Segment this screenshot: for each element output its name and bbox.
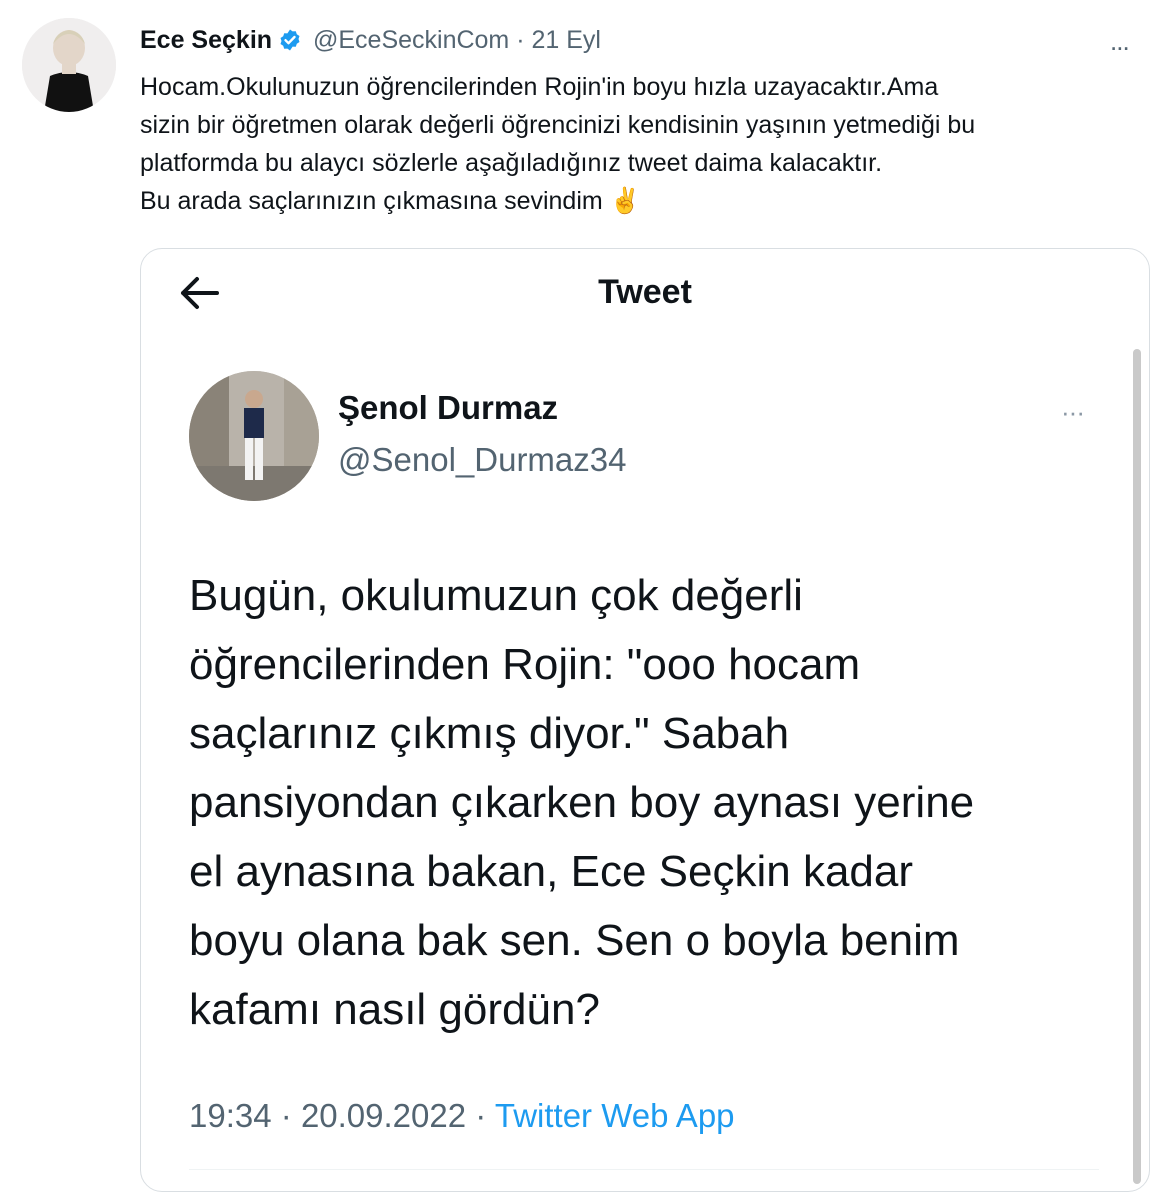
scrollbar[interactable]: [1133, 349, 1141, 1184]
author-handle[interactable]: @EceSeckinCom: [313, 26, 509, 54]
tweet-date[interactable]: 21 Eyl: [532, 26, 601, 54]
author-name[interactable]: Ece Seçkin: [140, 26, 272, 54]
quoted-text-line: boyu olana bak sen. Sen o boyla benim: [189, 916, 960, 965]
quoted-text-line: saçlarınız çıkmış diyor." Sabah: [189, 709, 790, 758]
tweet-header: Ece Seçkin @EceSeckinCom · 21 Eyl: [140, 24, 601, 60]
meta-separator: ·: [475, 1097, 487, 1134]
tweet-text-line: platformda bu alaycı sözlerle aşağıladığ…: [140, 149, 883, 177]
tweet-text-line: Bu arada saçlarınızın çıkmasına sevindim…: [140, 187, 641, 215]
divider: [189, 1169, 1099, 1170]
tweet-text: Hocam.Okulunuzun öğrencilerinden Rojin'i…: [140, 68, 1150, 220]
author-avatar-image: [22, 18, 116, 112]
tweet-text-line: sizin bir öğretmen olarak değerli öğrenc…: [140, 111, 976, 139]
quoted-tweet-screenshot[interactable]: Tweet Şenol Durmaz @Senol_Durmaz34 ··· B…: [140, 248, 1150, 1192]
quoted-text-line: öğrencilerinden Rojin: "ooo hocam: [189, 640, 861, 689]
meta-separator: ·: [280, 1097, 292, 1134]
quoted-tweet-text: Bugün, okulumuzun çok değerli öğrenciler…: [189, 561, 1129, 1044]
quoted-date[interactable]: 20.09.2022: [301, 1097, 466, 1134]
quoted-author-handle[interactable]: @Senol_Durmaz34: [338, 441, 626, 479]
quoted-author-name[interactable]: Şenol Durmaz: [338, 389, 558, 427]
quoted-avatar-image: [189, 371, 319, 501]
tweet-text-line: Hocam.Okulunuzun öğrencilerinden Rojin'i…: [140, 73, 939, 101]
quoted-text-line: kafamı nasıl gördün?: [189, 985, 600, 1034]
quoted-tweet-meta: 19:34 · 20.09.2022 · Twitter Web App: [189, 1097, 735, 1135]
quoted-time[interactable]: 19:34: [189, 1097, 272, 1134]
page-title: Tweet: [598, 273, 692, 311]
quoted-text-line: pansiyondan çıkarken boy aynası yerine: [189, 778, 975, 827]
author-avatar[interactable]: [22, 18, 116, 112]
header-separator: ·: [516, 26, 525, 54]
quoted-author-avatar[interactable]: [189, 371, 319, 501]
source-link[interactable]: Twitter Web App: [495, 1097, 735, 1134]
quoted-text-line: Bugün, okulumuzun çok değerli: [189, 571, 803, 620]
quoted-text-line: el aynasına bakan, Ece Seçkin kadar: [189, 847, 914, 896]
more-horizontal-icon[interactable]: ...: [1110, 26, 1130, 57]
verified-badge-icon: [278, 28, 302, 60]
quoted-more-icon[interactable]: ···: [1061, 397, 1085, 428]
